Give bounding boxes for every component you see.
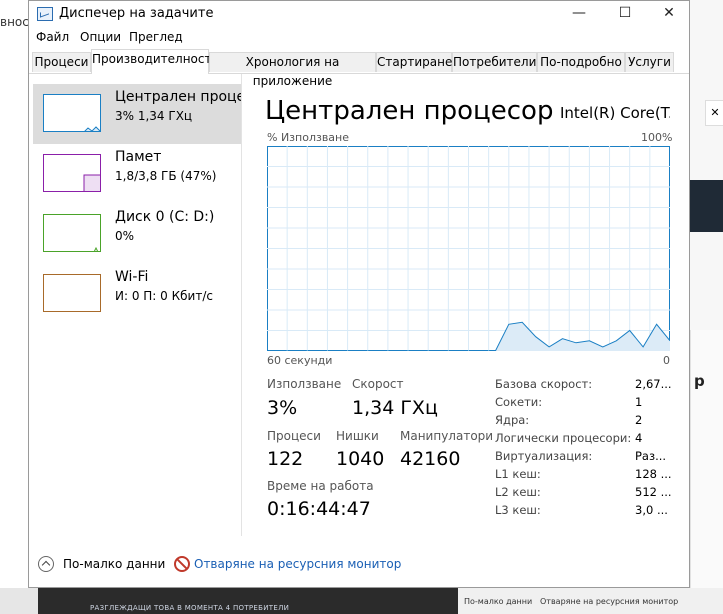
resource-sidebar: Централен процесор 3% 1,34 ГХц Памет 1,8… [29, 74, 242, 536]
graph-x-label: 60 секунди [267, 354, 333, 367]
spec-label: Сокети: [495, 395, 543, 409]
page-title: Централен процесор [265, 96, 554, 126]
spec-value: 4 [635, 431, 643, 445]
background-close-icon: ✕ [705, 100, 723, 126]
speed-label: Скорост [352, 377, 404, 391]
menu-bar: Файл Опции Преглед [29, 27, 689, 47]
tab-startup[interactable]: Стартиране [376, 52, 452, 72]
tab-processes[interactable]: Процеси [32, 52, 91, 72]
sidebar-item-disk-name: Диск 0 (C: D:) [115, 209, 215, 225]
background-left [0, 0, 30, 614]
spec-value: 512 ... [635, 485, 672, 499]
spec-value: 3,0 ... [635, 503, 668, 517]
close-button[interactable]: ✕ [646, 1, 692, 27]
title-bar[interactable]: Диспечер на задачите — ☐ ✕ [29, 1, 689, 27]
usage-axis-label: % Използване [267, 131, 350, 144]
spec-label: Логически процесори: [495, 431, 632, 445]
processes-label: Процеси [267, 429, 321, 443]
spec-value: 2,67... [635, 377, 672, 391]
chevron-up-icon[interactable] [38, 556, 54, 572]
background-dark-block [690, 180, 723, 232]
spec-value: 1 [635, 395, 643, 409]
sidebar-item-wifi[interactable]: Wi-Fi И: 0 П: 0 Кбит/с [33, 264, 241, 324]
spec-value: 128 ... [635, 467, 672, 481]
task-manager-window: Диспечер на задачите — ☐ ✕ Файл Опции Пр… [28, 0, 690, 588]
fewer-details-link[interactable]: По-малко данни [63, 557, 165, 571]
handles-label: Манипулатори [400, 429, 494, 443]
sidebar-item-memory-sub: 1,8/3,8 ГБ (47%) [115, 169, 217, 183]
background-letter: р [694, 372, 705, 390]
uptime-value: 0:16:44:47 [267, 498, 371, 520]
background-webpage-text: РАЗГЛЕЖДАЩИ ТОВА В МОМЕНТА 4 ПОТРЕБИТЕЛИ [90, 604, 290, 612]
spec-label: L2 кеш: [495, 485, 541, 499]
sidebar-item-wifi-name: Wi-Fi [115, 269, 149, 285]
sidebar-item-disk[interactable]: Диск 0 (C: D:) 0% [33, 204, 241, 264]
spec-label: Виртуализация: [495, 449, 593, 463]
cpu-model: Intel(R) Core(T... [560, 104, 670, 122]
threads-value: 1040 [336, 448, 385, 470]
sidebar-item-wifi-sub: И: 0 П: 0 Кбит/с [115, 289, 213, 303]
tab-app-history[interactable]: Хронология на приложение [209, 52, 376, 88]
threads-label: Нишки [336, 429, 379, 443]
speed-value: 1,34 ГХц [352, 397, 438, 419]
spec-label: Базова скорост: [495, 377, 593, 391]
sidebar-item-memory-name: Памет [115, 149, 162, 165]
task-manager-icon [37, 7, 53, 21]
sidebar-item-disk-sub: 0% [115, 229, 135, 243]
minimize-button[interactable]: — [556, 1, 602, 27]
graph-x-zero: 0 [663, 354, 670, 367]
maximize-button[interactable]: ☐ [602, 1, 648, 27]
sidebar-item-memory[interactable]: Памет 1,8/3,8 ГБ (47%) [33, 144, 241, 204]
background-second-window-footer: По-малко данни Отваряне на ресурсния мон… [458, 588, 723, 614]
spec-label: L1 кеш: [495, 467, 541, 481]
sidebar-item-cpu-name: Централен процесор [115, 89, 241, 105]
open-resource-monitor-link[interactable]: Отваряне на ресурсния монитор [194, 557, 401, 571]
spec-value: 2 [635, 413, 643, 427]
footer: По-малко данни Отваряне на ресурсния мон… [29, 549, 689, 581]
tab-services[interactable]: Услуги [625, 52, 674, 72]
tab-bar: Процеси Производителност Хронология на п… [29, 49, 689, 88]
uptime-label: Време на работа [267, 479, 374, 493]
cpu-thumbnail [43, 94, 101, 132]
handles-value: 42160 [400, 448, 461, 470]
wifi-thumbnail [43, 274, 101, 312]
tab-details[interactable]: По-подробно [537, 52, 625, 72]
tab-performance[interactable]: Производителност [91, 49, 212, 74]
menu-view[interactable]: Преглед [129, 30, 183, 44]
tab-users[interactable]: Потребители [452, 52, 537, 72]
usage-label: Използване [267, 377, 342, 391]
disk-thumbnail [43, 214, 101, 252]
menu-options[interactable]: Опции [80, 30, 121, 44]
cpu-usage-graph [267, 146, 670, 351]
usage-value: 3% [267, 397, 298, 419]
resource-monitor-icon[interactable] [174, 556, 190, 572]
memory-thumbnail [43, 154, 101, 192]
processes-value: 122 [267, 448, 304, 470]
window-title: Диспечер на задачите [59, 6, 214, 21]
spec-label: Ядра: [495, 413, 530, 427]
usage-axis-max: 100% [641, 131, 673, 144]
background-monitor-text: Отваряне на ресурсния монитор [540, 597, 679, 606]
sidebar-item-cpu[interactable]: Централен процесор 3% 1,34 ГХц [33, 84, 241, 144]
background-light-block [690, 330, 723, 588]
spec-label: L3 кеш: [495, 503, 541, 517]
background-fewer-text: По-малко данни [464, 597, 533, 606]
sidebar-item-cpu-sub: 3% 1,34 ГХц [115, 109, 193, 123]
spec-value: Раз... [635, 449, 667, 463]
menu-file[interactable]: Файл [36, 30, 69, 44]
